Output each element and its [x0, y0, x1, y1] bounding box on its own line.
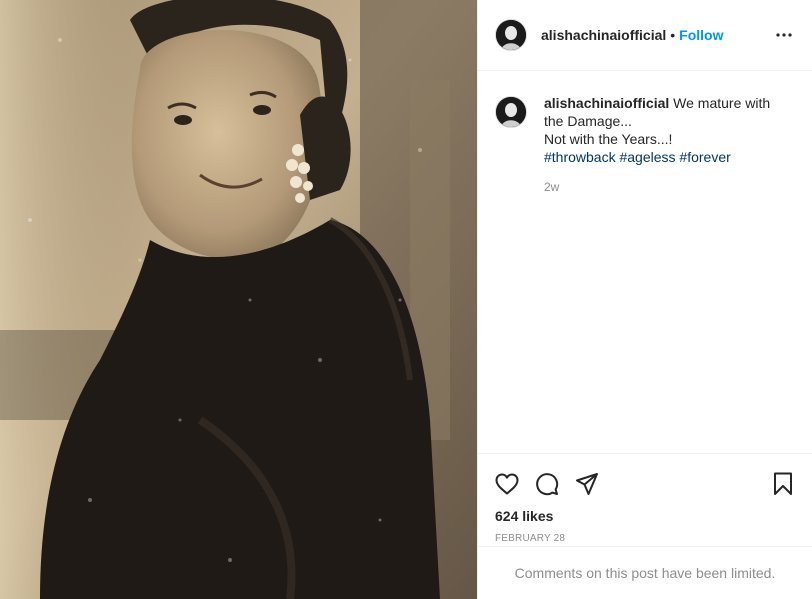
- action-icons: [495, 459, 795, 509]
- follow-button[interactable]: Follow: [679, 27, 723, 43]
- post-date[interactable]: February 28: [495, 533, 795, 544]
- caption: alishachinaiofficial We mature with the …: [495, 94, 796, 196]
- likes-count[interactable]: 624 likes: [495, 508, 795, 524]
- like-button[interactable]: [495, 472, 519, 496]
- heart-icon: [495, 473, 519, 495]
- save-button[interactable]: [771, 472, 795, 496]
- caption-username[interactable]: alishachinaiofficial: [544, 95, 669, 111]
- author-avatar[interactable]: [495, 19, 527, 51]
- caption-body: alishachinaiofficial We mature with the …: [544, 94, 780, 196]
- author-username[interactable]: alishachinaiofficial: [541, 27, 666, 43]
- post-sidebar: alishachinaiofficial • Follow alishachin…: [477, 0, 812, 599]
- instagram-post: alishachinaiofficial • Follow alishachin…: [0, 0, 812, 599]
- hashtags: #throwback #ageless #forever: [544, 149, 731, 165]
- share-button[interactable]: [575, 472, 599, 496]
- hashtag-link[interactable]: #forever: [679, 149, 730, 165]
- send-icon: [576, 473, 598, 495]
- time-ago[interactable]: 2w: [544, 178, 780, 196]
- avatar-image: [496, 97, 526, 127]
- bookmark-icon: [774, 472, 792, 495]
- more-horizontal-icon: [776, 33, 792, 37]
- hashtag-link[interactable]: #throwback: [544, 149, 616, 165]
- more-options-button[interactable]: [772, 23, 796, 47]
- actions-area: 624 likes February 28: [478, 453, 812, 546]
- post-header: alishachinaiofficial • Follow: [478, 0, 812, 71]
- comment-button[interactable]: [535, 472, 559, 496]
- caption-line-2: Not with the Years...!: [544, 131, 673, 147]
- comments-section: alishachinaiofficial We mature with the …: [478, 71, 812, 453]
- comment-icon: [536, 473, 559, 496]
- post-photo[interactable]: [0, 0, 477, 599]
- avatar-image: [496, 20, 526, 50]
- comments-limited-notice: Comments on this post have been limited.: [478, 546, 812, 599]
- hashtag-link[interactable]: #ageless: [619, 149, 675, 165]
- separator-dot: •: [670, 27, 676, 43]
- vintage-portrait-photo: [0, 0, 477, 599]
- caption-author-avatar[interactable]: [495, 96, 527, 128]
